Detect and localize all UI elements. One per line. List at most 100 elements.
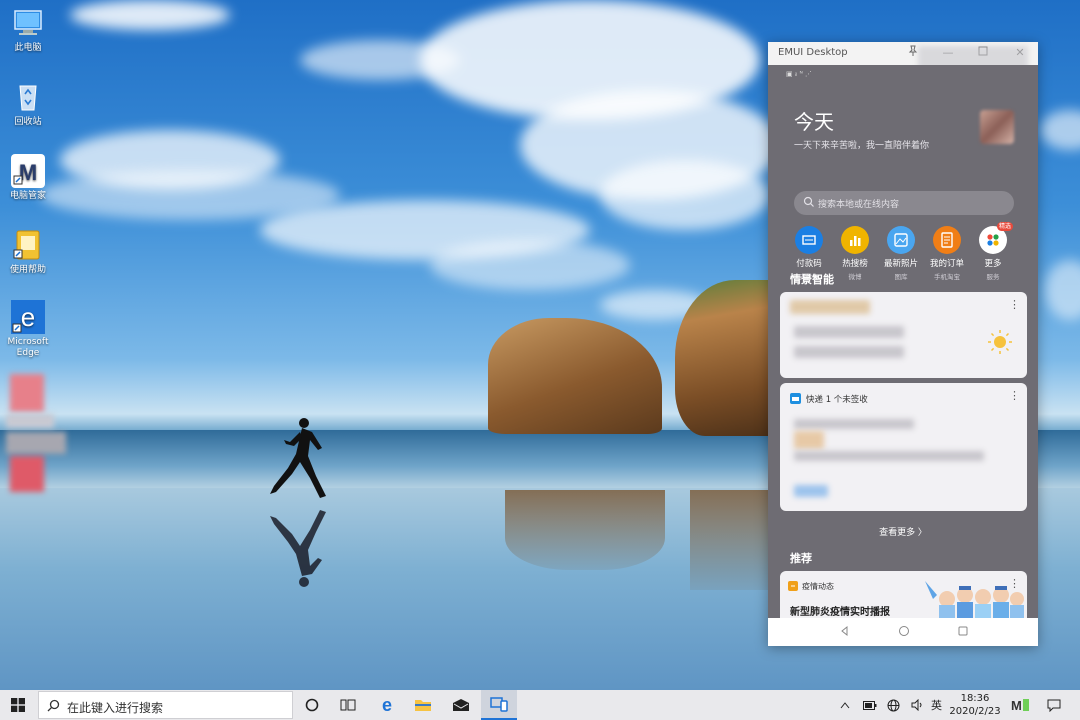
service-source: 图库 (894, 273, 908, 281)
edge-icon: e (382, 696, 392, 714)
blurred-desktop-icon[interactable] (10, 374, 44, 412)
start-button[interactable] (0, 690, 36, 720)
help-icon (13, 230, 40, 260)
desktop-icon-help[interactable]: 使用帮助 (0, 228, 56, 276)
desktop-icon-label: Microsoft Edge (7, 337, 49, 358)
hot-list-icon (841, 226, 869, 254)
service-label: 付款码 (796, 259, 822, 269)
home-icon[interactable] (897, 625, 911, 639)
desktop-icon-label: 此电脑 (14, 43, 42, 53)
battery-icon[interactable] (863, 690, 877, 720)
tray-overflow-icon[interactable] (840, 690, 854, 720)
more-options-icon[interactable]: ⋮ (1009, 389, 1020, 402)
folder-icon (415, 700, 431, 711)
service-latest-photos[interactable]: 最新照片 图库 (878, 226, 924, 281)
page-title: 今天 (794, 110, 834, 134)
desktop-icon-label: 使用帮助 (9, 265, 46, 275)
runner-silhouette (270, 418, 326, 498)
window-title: EMUI Desktop (778, 47, 848, 58)
smart-card-weather[interactable]: ⋮ (780, 292, 1027, 378)
svg-text:e: e (21, 302, 35, 332)
taskbar-emui-desktop[interactable] (481, 690, 517, 720)
cortana-icon (305, 698, 319, 712)
window-titlebar[interactable]: EMUI Desktop — ✕ (768, 42, 1038, 74)
clock-date: 2020/2/23 (949, 706, 1001, 717)
news-tag-icon (788, 581, 798, 591)
service-label: 更多 (984, 259, 1002, 269)
desktop-icon-this-pc[interactable]: 此电脑 (0, 6, 56, 54)
service-hot-list[interactable]: 热搜榜 微博 (832, 226, 878, 281)
svg-text:e: e (382, 696, 392, 714)
photos-icon (887, 226, 915, 254)
recycle-bin-icon (19, 85, 37, 111)
express-icon (790, 393, 801, 404)
desktop-icon-label: 回收站 (14, 117, 42, 127)
task-view-button[interactable] (330, 690, 366, 720)
blurred-desktop-icon[interactable] (10, 456, 44, 492)
volume-icon[interactable] (911, 690, 925, 720)
featured-badge: 精选 (996, 222, 1013, 231)
taskbar-file-explorer[interactable] (405, 690, 441, 720)
taskbar-search-box[interactable]: 在此键入进行搜索 (38, 691, 293, 719)
input-method-indicator[interactable]: 英 (931, 690, 942, 720)
recents-icon[interactable] (956, 625, 970, 639)
blurred-desktop-icon[interactable] (6, 432, 66, 454)
taskbar: 在此键入进行搜索 e 英 18:36 2020/2/23 M (0, 690, 1080, 720)
pc-manager-tray-label: M (1011, 697, 1022, 713)
blurred-desktop-label (6, 414, 54, 428)
computer-icon (14, 10, 42, 35)
news-card[interactable]: 疫情动态 新型肺炎疫情实时播报 ⋮ (780, 571, 1027, 618)
taskbar-search-placeholder: 在此键入进行搜索 (67, 701, 164, 715)
back-icon[interactable] (838, 625, 852, 639)
service-label: 热搜榜 (842, 259, 868, 269)
pc-manager-tray-icon[interactable]: M (1011, 690, 1029, 720)
service-label: 我的订单 (929, 259, 964, 269)
status-bar: ▣ ᵢₗ ᴺ ⋰ (786, 70, 813, 78)
more-services-icon: 精选 (979, 222, 1013, 254)
clock-time: 18:36 (960, 693, 990, 704)
taskbar-edge[interactable]: e (369, 690, 405, 720)
network-globe-icon[interactable] (887, 690, 900, 720)
see-more-link[interactable]: 查看更多 〉 (768, 525, 1038, 538)
taskbar-clock[interactable]: 18:36 2020/2/23 (944, 692, 1006, 718)
sun-icon (988, 330, 1012, 354)
service-more[interactable]: 精选 更多 服务 (970, 222, 1016, 281)
news-title: 新型肺炎疫情实时播报 (790, 607, 890, 618)
desktop-icon-label: 电脑管家 (9, 191, 46, 201)
express-card-label: 快递 1 个未签收 (806, 395, 868, 405)
service-source: 服务 (986, 273, 1000, 281)
search-input[interactable]: 搜索本地或在线内容 (794, 191, 1014, 215)
payment-code-icon (795, 226, 823, 254)
desktop-icon-pc-manager[interactable]: M 电脑管家 (0, 154, 56, 202)
phone-screen: ▣ ᵢₗ ᴺ ⋰ 今天 一天下来辛苦啦，我一直陪伴着你 搜索本地或在线内容 付款… (768, 65, 1038, 618)
pc-manager-icon: M (13, 160, 37, 185)
phone-navigation-bar (768, 618, 1038, 646)
news-tag-label: 疫情动态 (802, 582, 834, 591)
orders-icon (933, 226, 961, 254)
search-placeholder: 搜索本地或在线内容 (818, 200, 900, 210)
sea-rock (488, 318, 662, 434)
cortana-button[interactable] (294, 690, 330, 720)
service-my-orders[interactable]: 我的订单 手机淘宝 (924, 226, 970, 281)
mail-icon (453, 699, 469, 711)
taskbar-mail[interactable] (443, 690, 479, 720)
notification-center-icon[interactable] (1047, 690, 1061, 720)
desktop-icon-recycle-bin[interactable]: 回收站 (0, 80, 56, 128)
more-options-icon[interactable]: ⋮ (1009, 298, 1020, 311)
edge-icon: e (12, 302, 35, 333)
search-icon (803, 196, 814, 207)
emui-desktop-window[interactable]: EMUI Desktop — ✕ ▣ ᵢₗ ᴺ ⋰ 今天 一天下来辛苦啦，我一直… (768, 42, 1038, 646)
service-source: 手机淘宝 (934, 273, 960, 281)
emui-desktop-icon (490, 697, 508, 712)
runner-reflection (270, 510, 326, 587)
service-label: 最新照片 (883, 259, 918, 269)
search-icon (47, 699, 60, 712)
smart-card-express[interactable]: 快递 1 个未签收 ⋮ (780, 383, 1027, 511)
task-view-icon (340, 699, 356, 711)
avatar[interactable] (980, 110, 1014, 144)
more-options-icon[interactable]: ⋮ (1009, 577, 1020, 590)
page-subtitle: 一天下来辛苦啦，我一直陪伴着你 (794, 141, 930, 151)
section-title-recommend: 推荐 (790, 552, 812, 565)
desktop-icon-edge[interactable]: e Microsoft Edge (0, 300, 56, 359)
windows-logo-icon (11, 698, 25, 712)
